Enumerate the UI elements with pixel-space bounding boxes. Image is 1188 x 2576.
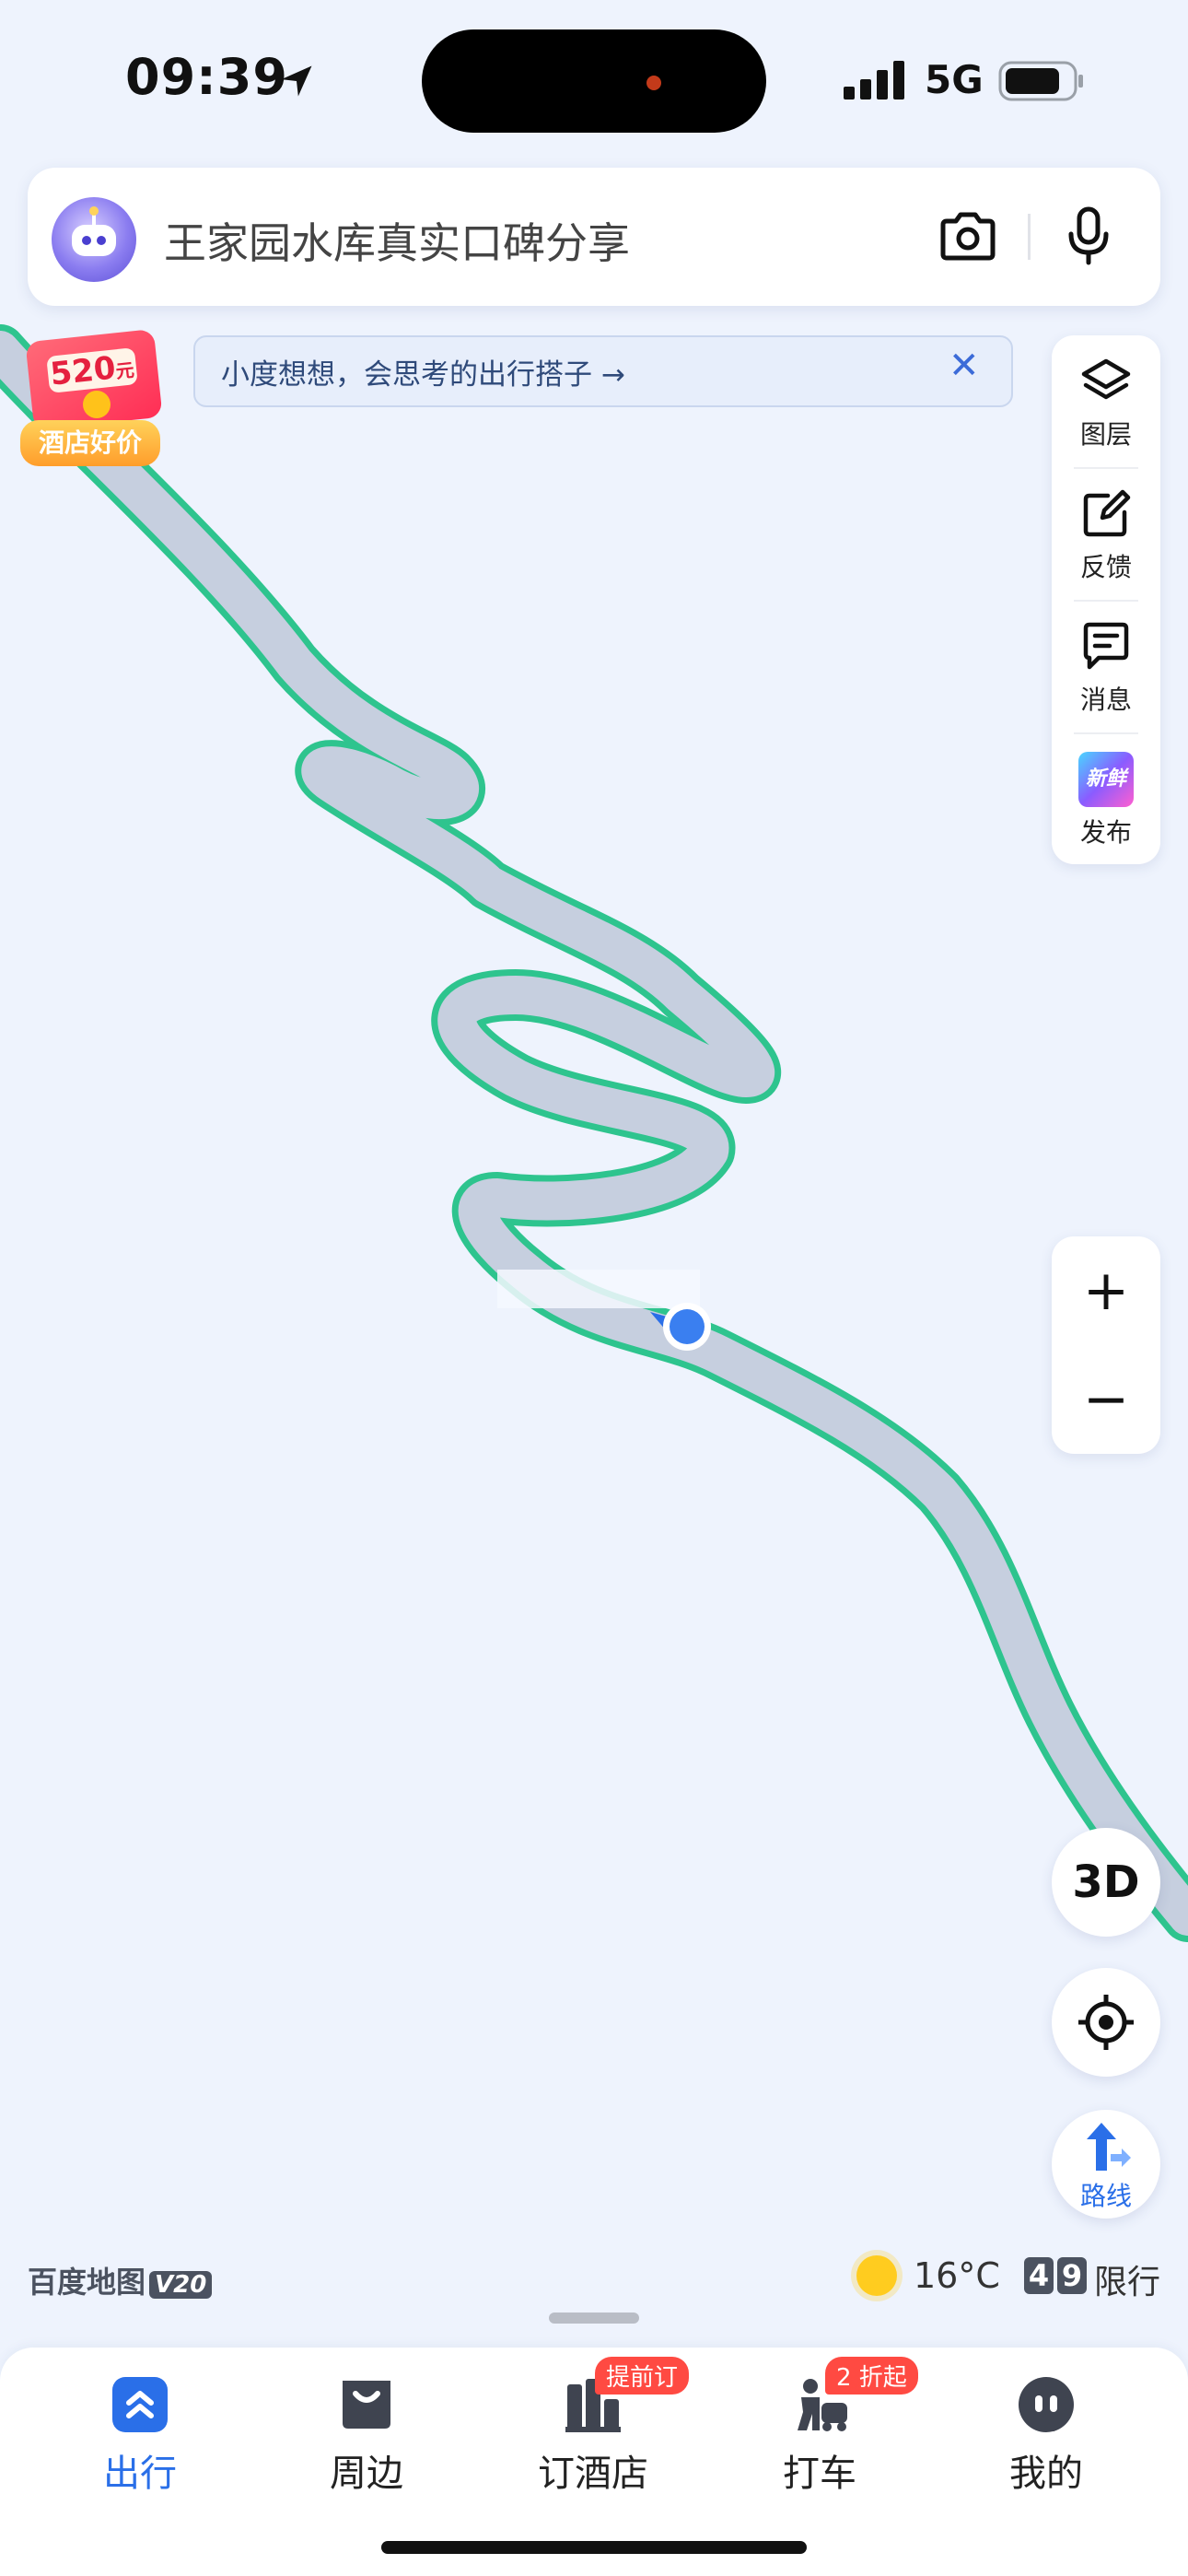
nearby-bag-icon (337, 2375, 396, 2434)
network-type: 5G (925, 57, 984, 102)
tool-layers[interactable]: 图层 (1052, 335, 1160, 464)
signal-icon (844, 61, 904, 100)
locate-icon (1078, 1995, 1134, 2050)
tab-nearby[interactable]: 周边 (284, 2368, 449, 2497)
location-arrow-icon (281, 65, 312, 97)
assistant-avatar-icon[interactable] (52, 197, 136, 282)
layers-icon (1081, 358, 1131, 400)
3d-label: 3D (1072, 1856, 1140, 1908)
tool-label: 消息 (1079, 685, 1132, 715)
tool-label: 发布 (1079, 817, 1132, 848)
limit-digit[interactable]: 4 (1024, 2257, 1054, 2294)
tab-travel[interactable]: 出行 (57, 2368, 223, 2497)
limit-digit[interactable]: 9 (1057, 2257, 1087, 2294)
brand-version: V20 (149, 2271, 213, 2299)
new-post-icon: 新鲜事 (1078, 752, 1134, 846)
profile-icon (1017, 2375, 1076, 2434)
tab-label: 出行 (103, 2453, 177, 2495)
promo-label: 酒店好价 (20, 420, 160, 466)
coin-icon (83, 391, 111, 418)
hotel-badge: 提前订 (595, 2357, 690, 2395)
route-arrow-icon (1087, 2123, 1131, 2171)
close-icon[interactable]: ✕ (949, 345, 980, 387)
3d-toggle-button[interactable]: 3D (1052, 1828, 1160, 1937)
tab-profile[interactable]: 我的 (963, 2368, 1129, 2497)
message-icon (1083, 622, 1129, 670)
tab-label: 我的 (1009, 2453, 1083, 2495)
map-tools-panel: 图层 反馈 消息 新鲜事 发布 (1052, 335, 1160, 864)
tool-label: 图层 (1079, 419, 1132, 450)
tab-taxi[interactable]: 2 折起 打车 (737, 2357, 918, 2497)
winding-road (0, 324, 1188, 1942)
brand-logo: 百度地图 V20 (28, 2259, 213, 2301)
status-time: 09:39 (125, 48, 288, 106)
route-label: 路线 (1079, 2181, 1132, 2211)
notice-text[interactable]: 小度想想，会思考的出行搭子 → (221, 351, 625, 392)
travel-icon (111, 2375, 169, 2434)
dynamic-island (422, 29, 766, 133)
sun-icon (856, 2255, 897, 2296)
locate-button[interactable] (1052, 1968, 1160, 2077)
edit-icon (1083, 489, 1131, 537)
tab-hotel[interactable]: 提前订 订酒店 (510, 2357, 690, 2497)
tab-label: 周边 (330, 2453, 403, 2495)
search-input[interactable]: 王家园水库真实口碑分享 (164, 210, 630, 271)
search-divider (1028, 214, 1031, 260)
tab-label: 打车 (783, 2453, 856, 2495)
camera-icon[interactable] (939, 210, 996, 262)
zoom-out-button[interactable]: − (1052, 1345, 1160, 1454)
zoom-control: + − (1052, 1236, 1160, 1454)
battery-icon (998, 61, 1083, 101)
brand-name: 百度地图 (28, 2265, 146, 2300)
microphone-icon[interactable] (1066, 206, 1111, 265)
zoom-in-button[interactable]: + (1052, 1236, 1160, 1345)
tool-publish[interactable]: 新鲜事 发布 (1052, 733, 1160, 862)
traffic-limit-label[interactable]: 限行 (1094, 2255, 1160, 2303)
tab-label: 订酒店 (538, 2453, 648, 2495)
tool-messages[interactable]: 消息 (1052, 601, 1160, 730)
weather-temperature[interactable]: 16°C (914, 2255, 1000, 2296)
home-indicator (381, 2541, 807, 2554)
taxi-badge: 2 折起 (825, 2357, 918, 2395)
tool-label: 反馈 (1079, 552, 1132, 582)
tool-feedback[interactable]: 反馈 (1052, 468, 1160, 597)
camera-indicator (646, 76, 661, 90)
route-button[interactable]: 路线 (1052, 2110, 1160, 2219)
drawer-handle[interactable] (549, 2313, 639, 2324)
hotel-promo-badge[interactable]: 520元 酒店好价 (20, 328, 163, 466)
